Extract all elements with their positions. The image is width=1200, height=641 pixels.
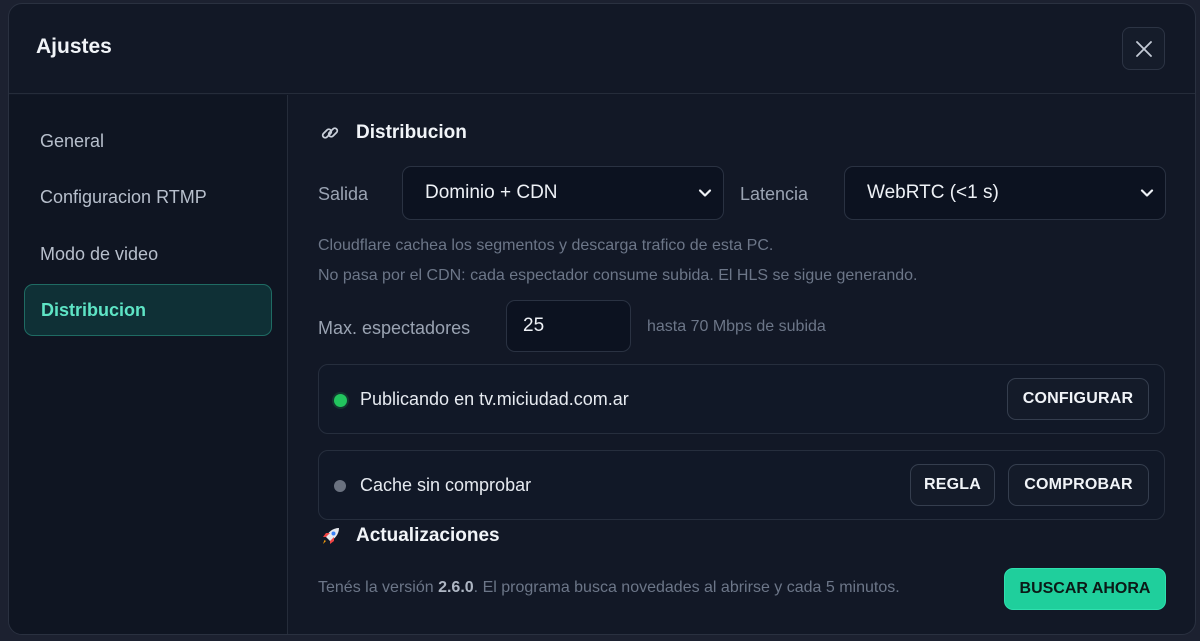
configure-button[interactable]: CONFIGURAR (1007, 378, 1149, 420)
sidebar-item-label: Distribucion (41, 299, 147, 320)
latency-label: Latencia (740, 184, 809, 204)
sidebar-item-label: Configuracion RTMP (40, 186, 207, 207)
output-label: Salida (318, 184, 369, 204)
webrtc-hint: No pasa por el CDN: cada espectador cons… (318, 267, 918, 284)
version-info-suffix: . El programa busca novedades al abrirse… (473, 579, 900, 596)
cache-status-text: Cache sin comprobar (360, 475, 532, 495)
cache-status-panel: Cache sin comprobar REGLA COMPROBAR (318, 450, 1165, 520)
sidebar-item-label: Modo de video (40, 243, 159, 264)
settings-modal: Ajustes General Configuracion RTMP Modo … (8, 3, 1196, 635)
cache-status-dot (334, 480, 346, 492)
max-viewers-input[interactable]: 25 (506, 300, 631, 352)
latency-select[interactable]: WebRTC (<1 s) (844, 166, 1166, 220)
version-number: 2.6.0 (438, 579, 474, 596)
version-info-prefix: Tenés la versión (318, 579, 434, 596)
sidebar-item-general[interactable]: General (24, 115, 272, 167)
cdn-hint: Cloudflare cachea los segmentos y descar… (318, 237, 774, 254)
rule-button[interactable]: REGLA (910, 464, 995, 506)
upload-hint: hasta 70 Mbps de subida (647, 318, 826, 335)
settings-sidebar: General Configuracion RTMP Modo de video… (9, 95, 288, 634)
latency-select-value: WebRTC (<1 s) (867, 182, 999, 203)
modal-title: Ajustes (36, 35, 112, 58)
publish-status-dot (334, 394, 347, 407)
settings-content: Distribucion Salida Dominio + CDN Latenc… (289, 95, 1195, 634)
distribution-title-text: Distribucion (356, 122, 467, 143)
updates-section-title: Actualizaciones (320, 525, 500, 547)
publish-status-panel: Publicando en tv.miciudad.com.ar CONFIGU… (318, 364, 1165, 434)
distribution-section-title: Distribucion (320, 122, 467, 144)
output-select-value: Dominio + CDN (425, 182, 558, 203)
modal-header: Ajustes (9, 4, 1195, 94)
output-select[interactable]: Dominio + CDN (402, 166, 724, 220)
search-updates-button[interactable]: BUSCAR AHORA (1004, 568, 1166, 610)
sidebar-item-distribution[interactable]: Distribucion (24, 284, 272, 336)
max-viewers-value: 25 (523, 315, 545, 336)
publish-status-text: Publicando en tv.miciudad.com.ar (360, 389, 629, 409)
sidebar-item-video-mode[interactable]: Modo de video (24, 228, 272, 280)
link-icon (320, 123, 342, 143)
sidebar-item-label: General (40, 130, 105, 151)
rocket-icon (320, 525, 342, 547)
check-button[interactable]: COMPROBAR (1008, 464, 1149, 506)
chevron-down-icon (1140, 189, 1154, 197)
chevron-down-icon (698, 189, 712, 197)
sidebar-item-rtmp[interactable]: Configuracion RTMP (24, 171, 272, 223)
max-viewers-label: Max. espectadores (318, 318, 471, 338)
updates-title-text: Actualizaciones (356, 525, 500, 546)
close-button[interactable] (1122, 27, 1165, 70)
close-icon (1135, 40, 1152, 57)
version-info: Tenés la versión 2.6.0. El programa busc… (318, 579, 900, 597)
